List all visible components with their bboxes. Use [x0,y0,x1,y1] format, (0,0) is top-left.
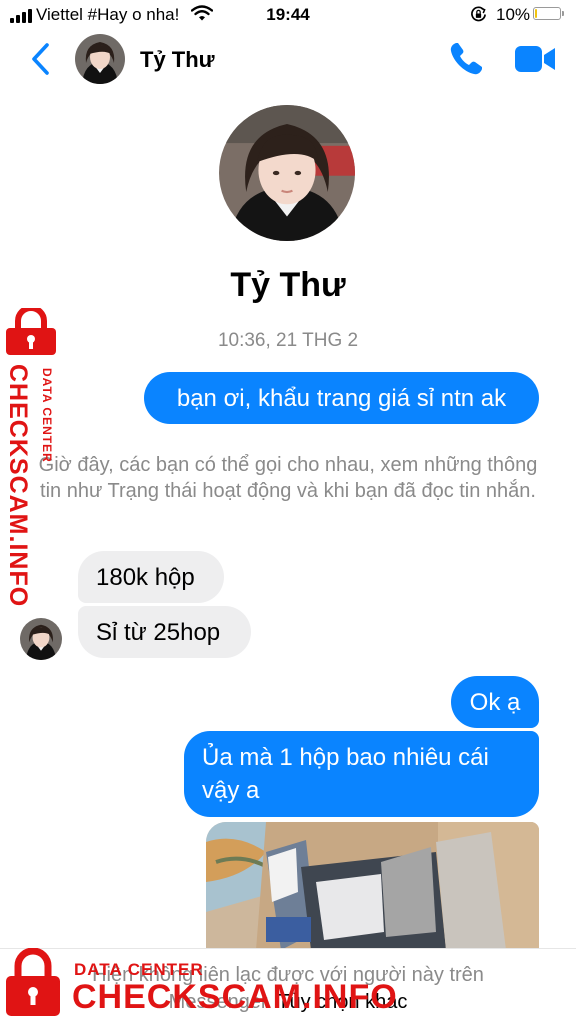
profile-name: Tỷ Thư [230,266,346,304]
bottom-watermark-sub: DATA CENTER [74,960,204,979]
lock-icon [6,948,60,1016]
battery-percent: 10% [496,5,531,24]
message-bubble-outgoing[interactable]: Ok ạ [451,676,539,728]
box-photo-image [206,822,539,950]
chat-header: Tỷ Thư [0,30,576,90]
side-watermark-main: CHECKSCAM.INFO [4,364,32,608]
status-bar: Viettel #Hay o nha! 19:44 10% [0,0,576,30]
sender-photo [20,618,62,660]
call-info-notice: Giờ đây, các bạn có thể gọi cho nhau, xe… [38,454,538,502]
battery-icon [533,7,564,20]
contact-name[interactable]: Tỷ Thư [140,47,215,73]
back-chevron-icon[interactable] [28,42,54,76]
conversation-timestamp: 10:36, 21 THG 2 [217,330,359,351]
message-bubble-outgoing[interactable]: bạn ơi, khẩu trang giá sỉ ntn ak [144,372,539,424]
video-camera-icon[interactable] [514,44,556,74]
profile-photo [219,105,355,241]
message-bubble-incoming[interactable]: 180k hộp [78,551,224,603]
message-photo[interactable] [206,822,539,950]
sender-avatar[interactable] [20,618,62,660]
clock: 19:44 [266,5,310,24]
message-bubble-outgoing[interactable]: Ủa mà 1 hộp bao nhiêu cái vậy a [184,731,539,817]
orientation-lock-icon [471,6,486,22]
battery-level [535,9,537,18]
side-watermark: CHECKSCAM.INFO DATA CENTER [4,308,66,607]
lock-icon [6,308,56,355]
side-watermark-sub: DATA CENTER [40,368,54,463]
contact-avatar[interactable] [75,34,125,84]
avatar-photo [75,34,125,84]
message-bubble-incoming[interactable]: Sỉ từ 25hop [78,606,251,658]
profile-avatar[interactable] [219,105,355,241]
bottom-watermark-main: CHECKSCAM.INFO [72,978,398,1016]
bottom-watermark: DATA CENTER CHECKSCAM.INFO [4,946,397,1024]
phone-icon[interactable] [448,41,484,77]
